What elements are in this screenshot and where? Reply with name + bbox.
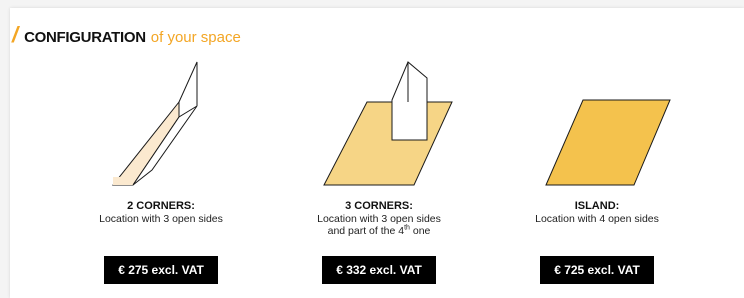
section-title: / CONFIGURATION of your space	[12, 22, 241, 47]
option-title: ISLAND:	[574, 200, 620, 212]
price-wrap-3-corners: € 332 excl. VAT	[284, 256, 474, 284]
option-island[interactable]: ISLAND: Location with 4 open sides	[502, 60, 692, 225]
three-corners-floor-icon	[323, 61, 453, 186]
option-description: Location with 3 open sides	[99, 213, 223, 225]
price-button-2-corners[interactable]: € 275 excl. VAT	[104, 256, 218, 284]
option-description: Location with 3 open sides	[317, 213, 441, 225]
option-3-corners[interactable]: 3 CORNERS: Location with 3 open sides an…	[284, 60, 474, 237]
option-description: Location with 4 open sides	[535, 213, 659, 225]
title-strong: CONFIGURATION	[24, 29, 146, 46]
price-wrap-2-corners: € 275 excl. VAT	[66, 256, 256, 284]
option-title: 3 CORNERS:	[345, 200, 413, 212]
title-light: of your space	[150, 29, 241, 46]
price-button-island[interactable]: € 725 excl. VAT	[540, 256, 654, 284]
price-button-3-corners[interactable]: € 332 excl. VAT	[322, 256, 436, 284]
option-description-line2: and part of the 4th one	[327, 224, 431, 238]
island-floor-icon	[545, 99, 671, 186]
title-slash: /	[12, 22, 19, 47]
two-corners-floor-icon	[111, 61, 198, 186]
price-wrap-island: € 725 excl. VAT	[502, 256, 692, 284]
option-2-corners[interactable]: 2 CORNERS: Location with 3 open sides	[66, 60, 256, 225]
option-title: 2 CORNERS:	[127, 200, 195, 212]
